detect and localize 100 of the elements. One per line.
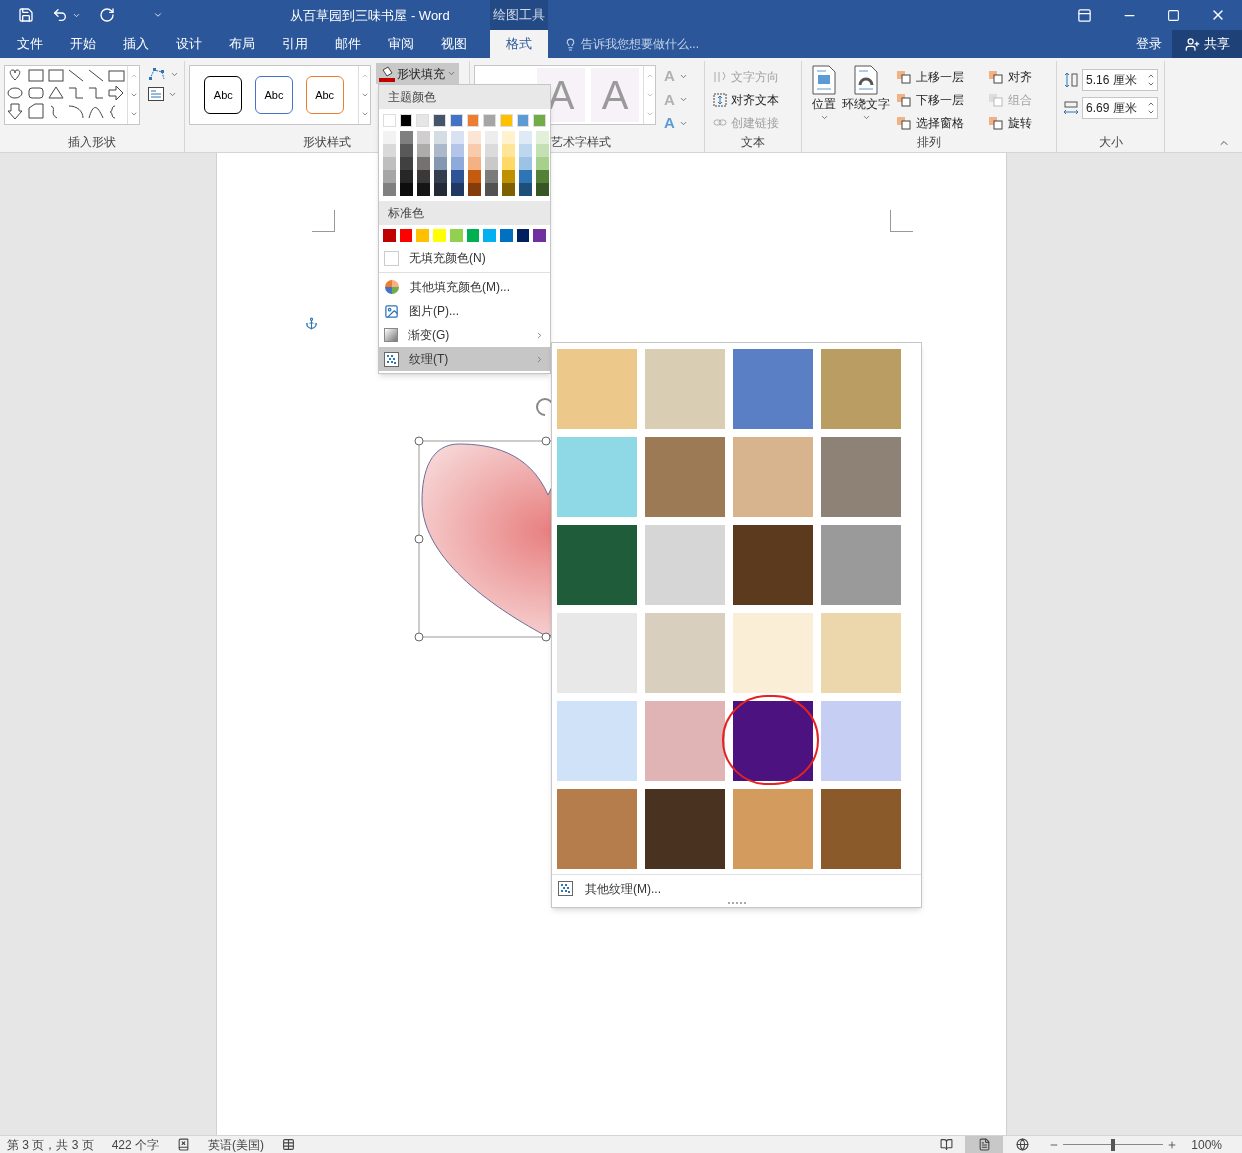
color-swatch[interactable] bbox=[399, 114, 413, 127]
color-swatch[interactable] bbox=[451, 131, 464, 144]
color-swatch[interactable] bbox=[536, 183, 549, 196]
word-count[interactable]: 422 个字 bbox=[111, 1135, 160, 1153]
proofing-icon[interactable] bbox=[177, 1138, 191, 1151]
size-field[interactable]: 6.69 厘米 bbox=[1082, 97, 1158, 119]
more-textures-item[interactable]: 其他纹理(M)... bbox=[585, 879, 661, 898]
ribbon-tab[interactable]: 引用 bbox=[268, 30, 321, 58]
large-ribbon-button[interactable]: 位置 bbox=[812, 65, 836, 122]
texture-swatch[interactable] bbox=[557, 789, 637, 869]
color-swatch[interactable] bbox=[451, 144, 464, 157]
color-swatch[interactable] bbox=[502, 183, 515, 196]
tell-me-field[interactable]: 告诉我您想要做什么... bbox=[581, 35, 699, 53]
texture-swatch[interactable] bbox=[645, 349, 725, 429]
color-swatch[interactable] bbox=[434, 144, 447, 157]
sign-in-link[interactable]: 登录 bbox=[1136, 34, 1162, 54]
color-swatch[interactable] bbox=[417, 183, 430, 196]
color-swatch[interactable] bbox=[383, 229, 396, 242]
color-swatch[interactable] bbox=[400, 170, 413, 183]
color-swatch[interactable] bbox=[466, 229, 480, 242]
redo-icon[interactable] bbox=[99, 7, 115, 23]
ribbon-tab[interactable]: 视图 bbox=[427, 30, 480, 58]
color-swatch[interactable] bbox=[449, 229, 463, 242]
maximize-icon[interactable] bbox=[1167, 8, 1180, 22]
spin-down-icon[interactable] bbox=[1147, 80, 1155, 88]
texture-swatch[interactable] bbox=[733, 437, 813, 517]
color-swatch[interactable] bbox=[483, 229, 496, 242]
color-swatch[interactable] bbox=[502, 131, 515, 144]
macro-icon[interactable] bbox=[282, 1138, 296, 1151]
color-swatch[interactable] bbox=[383, 157, 396, 170]
texture-swatch[interactable] bbox=[733, 789, 813, 869]
spin-up-icon[interactable] bbox=[1147, 100, 1155, 108]
share-button[interactable]: 共享 bbox=[1172, 30, 1242, 58]
color-swatch[interactable] bbox=[468, 157, 481, 170]
ribbon-tab[interactable]: 插入 bbox=[109, 30, 162, 58]
color-swatch[interactable] bbox=[383, 131, 396, 144]
color-swatch[interactable] bbox=[417, 157, 430, 170]
texture-swatch[interactable] bbox=[733, 525, 813, 605]
menu-item[interactable]: 其他填充颜色(M)... bbox=[379, 275, 550, 299]
text-box-icon[interactable] bbox=[148, 87, 164, 101]
color-swatch[interactable] bbox=[383, 170, 396, 183]
color-swatch[interactable] bbox=[399, 229, 413, 242]
color-swatch[interactable] bbox=[468, 170, 481, 183]
ribbon-tab[interactable]: 格式 bbox=[490, 30, 548, 58]
color-swatch[interactable] bbox=[536, 170, 549, 183]
zoom-level[interactable]: 100% bbox=[1191, 1135, 1222, 1153]
color-swatch[interactable] bbox=[416, 114, 430, 127]
ribbon-tab[interactable]: 设计 bbox=[162, 30, 215, 58]
color-swatch[interactable] bbox=[433, 229, 446, 242]
customize-caret-icon[interactable] bbox=[153, 10, 163, 20]
scroll-down-icon[interactable] bbox=[360, 91, 369, 99]
color-swatch[interactable] bbox=[536, 131, 549, 144]
texture-swatch[interactable] bbox=[645, 701, 725, 781]
texture-swatch[interactable] bbox=[645, 437, 725, 517]
color-swatch[interactable] bbox=[400, 183, 413, 196]
color-swatch[interactable] bbox=[519, 183, 532, 196]
zoom-in-icon[interactable] bbox=[1167, 1139, 1178, 1150]
texture-swatch[interactable] bbox=[821, 437, 901, 517]
ribbon-display-icon[interactable] bbox=[1077, 7, 1092, 23]
menu-item[interactable]: 渐变(G) bbox=[379, 323, 550, 347]
color-swatch[interactable] bbox=[485, 157, 498, 170]
texture-swatch[interactable] bbox=[645, 789, 725, 869]
texture-swatch[interactable] bbox=[733, 701, 813, 781]
color-swatch[interactable] bbox=[502, 157, 515, 170]
texture-swatch[interactable] bbox=[733, 613, 813, 693]
texture-swatch[interactable] bbox=[821, 525, 901, 605]
color-swatch[interactable] bbox=[468, 183, 481, 196]
texture-swatch[interactable] bbox=[821, 789, 901, 869]
color-swatch[interactable] bbox=[502, 144, 515, 157]
color-swatch[interactable] bbox=[516, 229, 530, 242]
color-swatch[interactable] bbox=[499, 114, 513, 127]
texture-swatch[interactable] bbox=[821, 613, 901, 693]
scroll-down-icon[interactable] bbox=[645, 91, 654, 99]
texture-swatch[interactable] bbox=[733, 349, 813, 429]
color-swatch[interactable] bbox=[451, 157, 464, 170]
color-swatch[interactable] bbox=[536, 144, 549, 157]
texture-swatch[interactable] bbox=[645, 613, 725, 693]
undo-icon[interactable] bbox=[52, 7, 68, 23]
shape-style-sample[interactable]: Abc bbox=[255, 76, 293, 114]
ribbon-command[interactable]: 上移一层 bbox=[896, 65, 988, 88]
color-swatch[interactable] bbox=[434, 183, 447, 196]
color-swatch[interactable] bbox=[383, 183, 396, 196]
color-swatch[interactable] bbox=[502, 170, 515, 183]
shape-style-sample[interactable]: Abc bbox=[305, 76, 344, 114]
color-swatch[interactable] bbox=[483, 114, 496, 127]
scroll-down-icon[interactable] bbox=[129, 91, 138, 99]
ribbon-tab[interactable]: 开始 bbox=[56, 30, 109, 58]
ribbon-command[interactable]: 对齐文本 bbox=[713, 88, 779, 111]
ribbon-tab[interactable]: 邮件 bbox=[321, 30, 374, 58]
color-swatch[interactable] bbox=[485, 144, 498, 157]
color-swatch[interactable] bbox=[434, 157, 447, 170]
zoom-slider[interactable] bbox=[1063, 1138, 1164, 1151]
color-swatch[interactable] bbox=[400, 144, 413, 157]
texture-swatch[interactable] bbox=[645, 525, 725, 605]
color-swatch[interactable] bbox=[417, 170, 430, 183]
ribbon-command[interactable]: 对齐 bbox=[988, 65, 1052, 88]
shape-fill-button[interactable]: 形状填充 bbox=[376, 63, 459, 84]
color-swatch[interactable] bbox=[533, 229, 547, 242]
color-swatch[interactable] bbox=[499, 229, 513, 242]
shape-style-sample[interactable]: Abc bbox=[204, 76, 243, 114]
